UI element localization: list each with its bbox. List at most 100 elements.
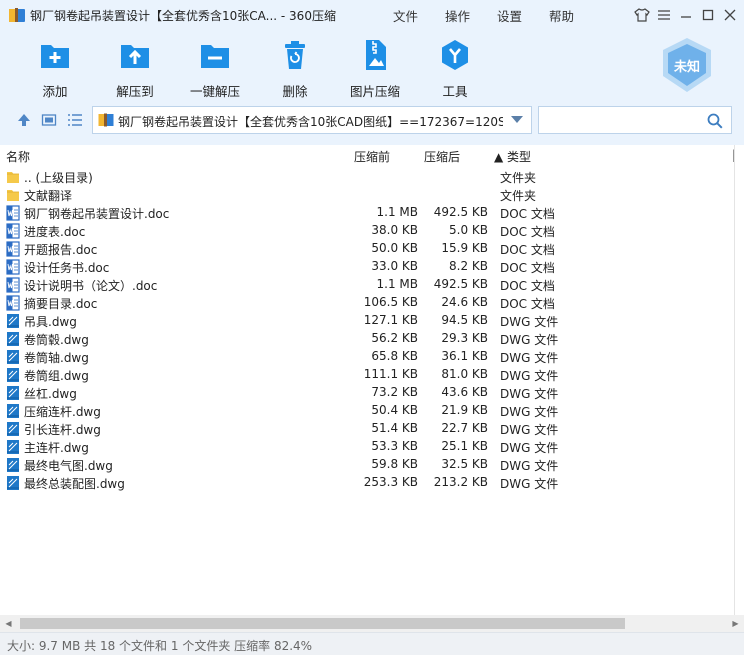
menu-file[interactable]: 文件 [393, 6, 418, 25]
file-compressed-size: 8.2 KB [449, 259, 488, 273]
scroll-thumb[interactable] [20, 618, 625, 629]
menu-help[interactable]: 帮助 [549, 6, 574, 25]
file-compressed-size: 94.5 KB [441, 313, 488, 327]
file-name: 卷筒轴.dwg [24, 351, 89, 365]
extract-to-button[interactable]: 解压到 [100, 38, 170, 99]
dropdown-arrow-icon[interactable] [511, 116, 523, 123]
list-view-icon[interactable] [67, 112, 83, 128]
file-compressed-size: 32.5 KB [441, 457, 488, 471]
status-bar: 大小: 9.7 MB 共 18 个文件和 1 个文件夹 压缩率 82.4% [0, 632, 744, 655]
file-name: 吊具.dwg [24, 315, 77, 329]
file-type: DWG 文件 [500, 423, 559, 437]
file-original-size: 53.3 KB [371, 439, 418, 453]
column-type[interactable]: ▲ 类型 [494, 148, 531, 165]
file-original-size: 50.0 KB [371, 241, 418, 255]
thumbnail-view-icon[interactable] [41, 112, 57, 128]
file-row[interactable]: 开题报告.doc 50.0 KB 15.9 KB DOC 文档 [0, 240, 744, 258]
search-input[interactable] [543, 108, 703, 132]
file-name: 丝杠.dwg [24, 387, 77, 401]
file-row[interactable]: 摘要目录.doc 106.5 KB 24.6 KB DOC 文档 [0, 294, 744, 312]
file-original-size: 56.2 KB [371, 331, 418, 345]
file-original-size: 253.3 KB [363, 475, 418, 489]
file-row[interactable]: 设计任务书.doc 33.0 KB 8.2 KB DOC 文档 [0, 258, 744, 276]
file-row[interactable]: 压缩连杆.dwg 50.4 KB 21.9 KB DWG 文件 [0, 402, 744, 420]
file-row[interactable]: 最终电气图.dwg 59.8 KB 32.5 KB DWG 文件 [0, 456, 744, 474]
minimize-icon[interactable] [676, 5, 696, 25]
status-text: 大小: 9.7 MB 共 18 个文件和 1 个文件夹 压缩率 82.4% [7, 639, 313, 653]
file-type: DWG 文件 [500, 441, 559, 455]
title-bar: 钢厂钢卷起吊装置设计【全套优秀含10张CA... - 360压缩 文件 操作 设… [0, 0, 744, 30]
folder-icon [6, 187, 20, 203]
image-compress-button[interactable]: 图片压缩 [340, 38, 410, 99]
delete-button[interactable]: 删除 [260, 38, 330, 99]
up-arrow-icon[interactable] [16, 112, 32, 128]
menu-operation[interactable]: 操作 [445, 6, 470, 25]
file-row[interactable]: 钢厂钢卷起吊装置设计.doc 1.1 MB 492.5 KB DOC 文档 [0, 204, 744, 222]
file-row[interactable]: 卷筒组.dwg 111.1 KB 81.0 KB DWG 文件 [0, 366, 744, 384]
file-name: 摘要目录.doc [24, 297, 98, 311]
column-name[interactable]: 名称 [6, 148, 30, 165]
file-type: DOC 文档 [500, 297, 555, 311]
file-type: DWG 文件 [500, 369, 559, 383]
close-icon[interactable] [720, 5, 740, 25]
header-area: 钢厂钢卷起吊装置设计【全套优秀含10张CA... - 360压缩 文件 操作 设… [0, 0, 744, 145]
file-compressed-size: 213.2 KB [433, 475, 488, 489]
file-row[interactable]: 引长连杆.dwg 51.4 KB 22.7 KB DWG 文件 [0, 420, 744, 438]
horizontal-scrollbar[interactable]: ◀ ▶ [0, 615, 744, 632]
list-header: 名称 压缩前 压缩后 ▲ 类型 | [0, 145, 744, 167]
file-original-size: 1.1 MB [376, 205, 418, 219]
file-original-size: 106.5 KB [363, 295, 418, 309]
one-click-extract-button[interactable]: 一键解压 [180, 38, 250, 99]
skin-icon[interactable] [632, 5, 652, 25]
file-name: 开题报告.doc [24, 243, 98, 257]
scroll-left-icon[interactable]: ◀ [0, 615, 17, 632]
column-original-size[interactable]: 压缩前 [354, 148, 390, 165]
file-type: DWG 文件 [500, 315, 559, 329]
file-row[interactable]: 最终总装配图.dwg 253.3 KB 213.2 KB DWG 文件 [0, 474, 744, 492]
file-compressed-size: 25.1 KB [441, 439, 488, 453]
doc-file-icon [6, 223, 20, 239]
file-row[interactable]: .. (上级目录) 文件夹 [0, 168, 744, 186]
file-row[interactable]: 进度表.doc 38.0 KB 5.0 KB DOC 文档 [0, 222, 744, 240]
file-name: .. (上级目录) [24, 171, 93, 185]
file-row[interactable]: 卷筒轴.dwg 65.8 KB 36.1 KB DWG 文件 [0, 348, 744, 366]
file-original-size: 59.8 KB [371, 457, 418, 471]
search-box[interactable] [538, 106, 732, 134]
maximize-icon[interactable] [698, 5, 718, 25]
file-original-size: 1.1 MB [376, 277, 418, 291]
add-icon [41, 45, 69, 68]
menu-settings[interactable]: 设置 [497, 6, 522, 25]
file-row[interactable]: 卷筒毂.dwg 56.2 KB 29.3 KB DWG 文件 [0, 330, 744, 348]
add-button[interactable]: 添加 [20, 38, 90, 99]
address-bar[interactable]: 钢厂钢卷起吊装置设计【全套优秀含10张CAD图纸】==172367=120S5.… [92, 106, 532, 134]
file-row[interactable]: 吊具.dwg 127.1 KB 94.5 KB DWG 文件 [0, 312, 744, 330]
extract-to-label: 解压到 [116, 84, 154, 99]
file-row[interactable]: 设计说明书（论文）.doc 1.1 MB 492.5 KB DOC 文档 [0, 276, 744, 294]
menu-lines-icon[interactable] [654, 5, 674, 25]
doc-file-icon [6, 277, 20, 293]
dwg-file-icon [6, 475, 20, 491]
scroll-right-icon[interactable]: ▶ [727, 615, 744, 632]
file-type: DOC 文档 [500, 207, 555, 221]
file-type: DWG 文件 [500, 477, 559, 491]
folder-icon [6, 169, 20, 185]
file-name: 压缩连杆.dwg [24, 405, 101, 419]
file-row[interactable]: 丝杠.dwg 73.2 KB 43.6 KB DWG 文件 [0, 384, 744, 402]
file-type: DWG 文件 [500, 459, 559, 473]
file-original-size: 38.0 KB [371, 223, 418, 237]
column-compressed-size[interactable]: 压缩后 [424, 148, 460, 165]
file-original-size: 127.1 KB [363, 313, 418, 327]
search-icon[interactable] [707, 113, 723, 129]
status-badge[interactable]: 未知 [660, 36, 714, 94]
dwg-file-icon [6, 403, 20, 419]
file-name: 设计任务书.doc [24, 261, 110, 275]
file-compressed-size: 24.6 KB [441, 295, 488, 309]
tools-button[interactable]: 工具 [420, 38, 490, 99]
file-row[interactable]: 主连杆.dwg 53.3 KB 25.1 KB DWG 文件 [0, 438, 744, 456]
file-row[interactable]: 文献翻译 文件夹 [0, 186, 744, 204]
dwg-file-icon [6, 313, 20, 329]
one-click-extract-label: 一键解压 [189, 84, 240, 99]
file-compressed-size: 43.6 KB [441, 385, 488, 399]
extract-to-icon [121, 45, 149, 68]
file-name: 卷筒组.dwg [24, 369, 89, 383]
